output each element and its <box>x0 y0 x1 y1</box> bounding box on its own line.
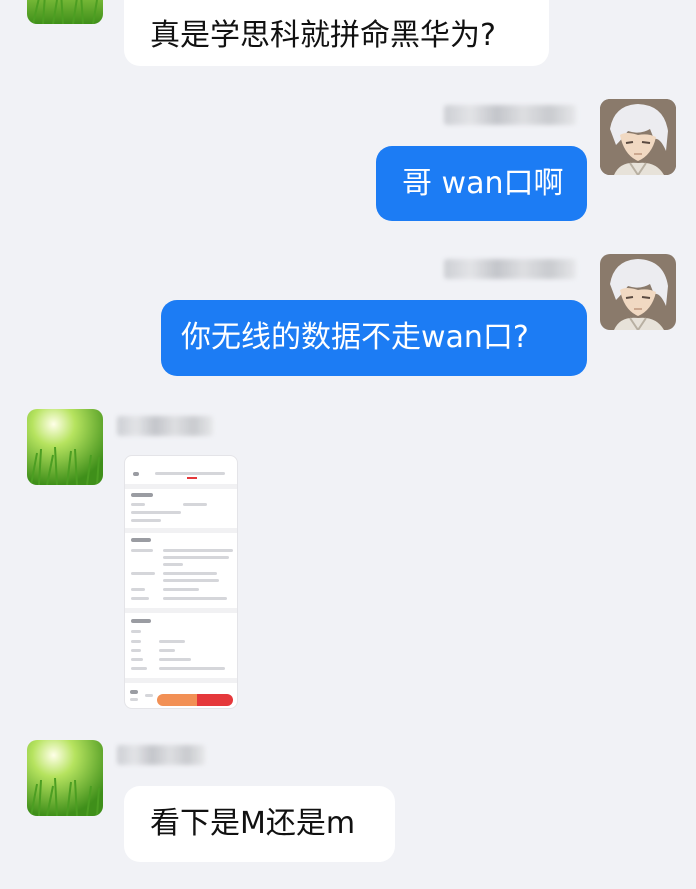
contact-avatar[interactable] <box>27 740 103 816</box>
grass-avatar-icon <box>27 409 103 485</box>
grass-avatar-icon <box>27 0 103 24</box>
grass-avatar-icon <box>27 740 103 816</box>
contact-avatar[interactable] <box>27 409 103 485</box>
outgoing-message-bubble[interactable]: 你无线的数据不走wan口? <box>161 300 587 376</box>
incoming-message-bubble[interactable]: 看下是M还是m <box>124 786 395 862</box>
outgoing-message-bubble[interactable]: 哥 wan口啊 <box>376 146 587 221</box>
message-text: 你无线的数据不走wan口? <box>181 320 529 355</box>
sender-name-blurred <box>117 416 213 436</box>
message-text: 哥 wan口啊 <box>402 165 564 201</box>
sender-name-blurred <box>444 105 576 125</box>
sender-name-blurred <box>444 259 576 279</box>
anime-character-avatar-icon <box>600 254 676 330</box>
message-text: 看下是M还是m <box>150 806 356 841</box>
contact-avatar[interactable] <box>27 0 103 24</box>
chat-conversation: 真是学思科就拼命黑华为? 哥 wan口啊 你无线的数据不走wan口? 看下是M还… <box>0 0 696 889</box>
message-text: 真是学思科就拼命黑华为? <box>150 18 496 53</box>
self-avatar[interactable] <box>600 99 676 175</box>
self-avatar[interactable] <box>600 254 676 330</box>
sender-name-blurred <box>117 745 205 765</box>
anime-character-avatar-icon <box>600 99 676 175</box>
image-message-screenshot[interactable] <box>124 455 238 709</box>
incoming-message-bubble[interactable]: 真是学思科就拼命黑华为? <box>124 0 549 66</box>
